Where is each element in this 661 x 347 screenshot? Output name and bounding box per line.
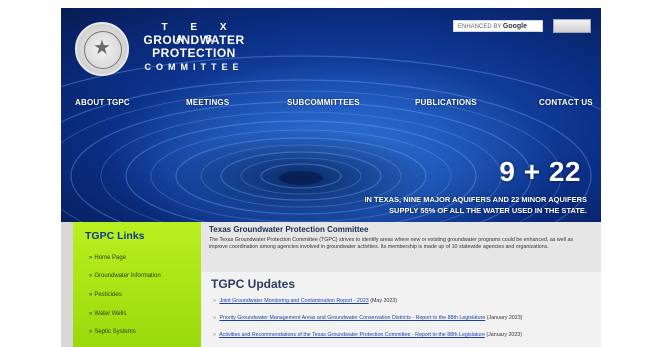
header-banner: T E X A S GROUNDWATER PROTECTION COMMITT…: [61, 8, 601, 222]
search-placeholder: ENHANCED BY: [458, 24, 502, 30]
update-item: Joint Groundwater Monitoring and Contami…: [213, 298, 397, 304]
sidebar-item-groundwater-info[interactable]: Groundwater Information: [89, 273, 160, 279]
nav-subcommittees[interactable]: SUBCOMMITTEES: [287, 98, 360, 107]
logo-line-protection: PROTECTION: [152, 46, 236, 60]
intro-title: Texas Groundwater Protection Committee: [209, 225, 369, 234]
page: T E X A S GROUNDWATER PROTECTION COMMITT…: [0, 0, 661, 347]
hero-tagline-line2: SUPPLY 55% OF ALL THE WATER USED IN THE …: [389, 206, 587, 215]
sidebar-item-home[interactable]: Home Page: [89, 255, 126, 261]
sidebar-edge: [61, 222, 73, 347]
hero-tagline: IN TEXAS, NINE MAJOR AQUIFERS AND 22 MIN…: [297, 194, 587, 216]
sidebar-item-pesticides[interactable]: Pesticides: [89, 292, 121, 298]
site-logo[interactable]: T E X A S GROUNDWATER PROTECTION COMMITT…: [139, 22, 249, 73]
nav-about[interactable]: ABOUT TGPC: [75, 98, 130, 107]
intro-body: The Texas Groundwater Protection Committ…: [209, 237, 574, 250]
update-date: (January 2023): [486, 315, 523, 321]
updates-panel: TGPC Updates Joint Groundwater Monitorin…: [201, 272, 601, 347]
update-item: Activities and Recommendations of the Te…: [213, 332, 522, 338]
sidebar-item-septic-systems[interactable]: Septic Systems: [89, 329, 135, 335]
update-date: (January 2023): [486, 332, 523, 338]
logo-line-committee: COMMITTEE: [144, 62, 244, 72]
update-item: Priority Groundwater Management Areas an…: [213, 315, 522, 321]
nav-meetings[interactable]: MEETINGS: [186, 98, 229, 107]
sidebar: TGPC Links Home Page Groundwater Informa…: [73, 222, 201, 347]
texas-seal-logo[interactable]: [75, 22, 129, 76]
update-date: (May 2023): [370, 298, 397, 304]
main-content: TGPC Links Home Page Groundwater Informa…: [61, 222, 601, 347]
search-button[interactable]: [553, 19, 591, 33]
search-input[interactable]: ENHANCED BY Google: [453, 20, 543, 32]
intro-panel: Texas Groundwater Protection Committee T…: [201, 222, 601, 272]
update-link-activities-report[interactable]: Activities and Recommendations of the Te…: [219, 332, 485, 338]
nav-contact[interactable]: CONTACT US: [539, 98, 593, 107]
hero-tagline-line1: IN TEXAS, NINE MAJOR AQUIFERS AND 22 MIN…: [364, 195, 587, 204]
google-brand-label: Google: [502, 23, 528, 30]
update-link-priority-areas[interactable]: Priority Groundwater Management Areas an…: [219, 315, 485, 321]
nav-publications[interactable]: PUBLICATIONS: [415, 98, 477, 107]
sidebar-title: TGPC Links: [85, 230, 145, 242]
update-link-monitoring-report[interactable]: Joint Groundwater Monitoring and Contami…: [219, 298, 368, 304]
sidebar-item-water-wells[interactable]: Water Wells: [89, 311, 126, 317]
main-nav: ABOUT TGPC MEETINGS SUBCOMMITTEES PUBLIC…: [61, 98, 601, 114]
updates-title: TGPC Updates: [211, 277, 296, 291]
hero-number: 9 + 22: [499, 156, 581, 187]
